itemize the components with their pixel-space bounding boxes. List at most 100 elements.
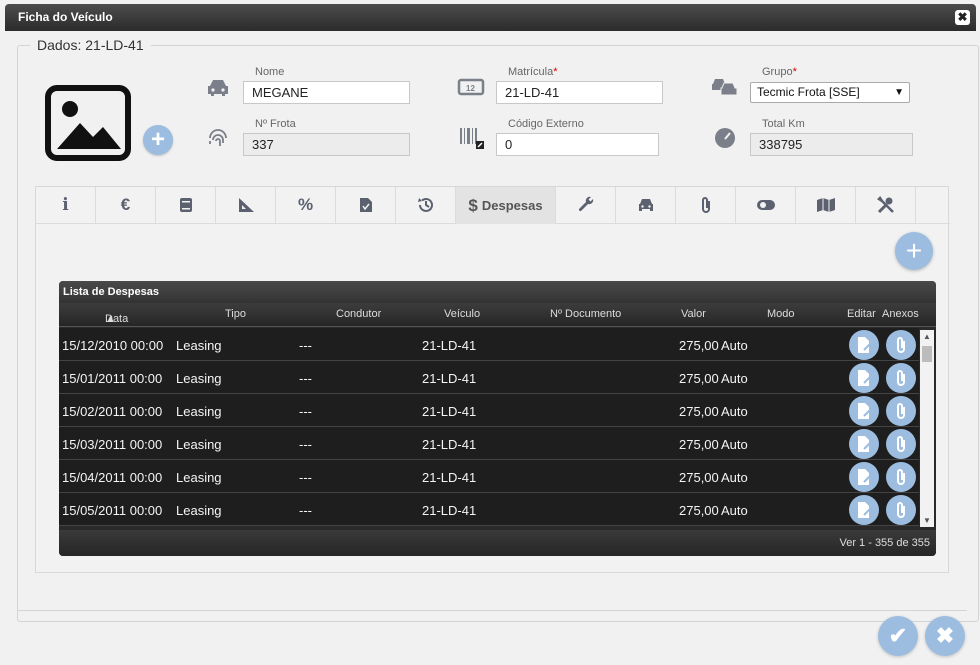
- edit-button[interactable]: [849, 396, 879, 426]
- edit-button[interactable]: [849, 363, 879, 393]
- tab-tools[interactable]: [856, 187, 916, 224]
- tab-vehicle[interactable]: [616, 187, 676, 224]
- col-valor[interactable]: Valor: [681, 308, 706, 320]
- cell-data: 15/01/2011 00:00: [62, 371, 163, 386]
- tabs-panel: i € % $ Despesas + Lista de Despesas Dat…: [35, 186, 950, 573]
- attachment-button[interactable]: [886, 495, 916, 525]
- expenses-grid: Lista de Despesas Data ▲ Tipo Condutor V…: [59, 281, 936, 556]
- wrench-icon: [578, 196, 593, 212]
- grid-header: Data ▲ Tipo Condutor Veículo Nº Document…: [59, 303, 936, 327]
- tab-costs[interactable]: €: [96, 187, 156, 224]
- col-tipo[interactable]: Tipo: [225, 308, 246, 320]
- col-anexos: Anexos: [882, 308, 919, 320]
- tab-map[interactable]: [796, 187, 856, 224]
- cell-valor: 275,00: [679, 371, 719, 386]
- edit-button[interactable]: [849, 429, 879, 459]
- confirm-button[interactable]: ✔: [878, 616, 918, 656]
- footer-divider: [17, 610, 967, 611]
- tools-icon: [876, 196, 894, 214]
- attachment-button[interactable]: [886, 429, 916, 459]
- grupo-label: Grupo*: [762, 66, 797, 78]
- cell-valor: 275,00: [679, 338, 719, 353]
- table-row[interactable]: 15/03/2011 00:00 Leasing --- 21-LD-41 27…: [59, 427, 919, 460]
- toggle-icon: [756, 200, 775, 210]
- col-condutor[interactable]: Condutor: [336, 308, 381, 320]
- col-veiculo[interactable]: Veículo: [444, 308, 480, 320]
- scroll-up-icon[interactable]: ▲: [923, 332, 931, 341]
- col-documento[interactable]: Nº Documento: [550, 308, 621, 320]
- sort-icon: ▲: [105, 313, 116, 325]
- edit-button[interactable]: [849, 495, 879, 525]
- table-row[interactable]: 15/01/2011 00:00 Leasing --- 21-LD-41 27…: [59, 361, 919, 394]
- edit-button[interactable]: [849, 330, 879, 360]
- tab-despesas[interactable]: $ Despesas: [456, 187, 556, 224]
- edit-button[interactable]: [849, 462, 879, 492]
- table-row[interactable]: 15/04/2011 00:00 Leasing --- 21-LD-41 27…: [59, 460, 919, 493]
- attachment-button[interactable]: [886, 396, 916, 426]
- tab-history[interactable]: [396, 187, 456, 224]
- ruler-icon: [238, 198, 254, 212]
- chevron-down-icon: ▼: [894, 87, 904, 98]
- cell-veiculo: 21-LD-41: [422, 437, 477, 452]
- frota-label: Nº Frota: [255, 118, 296, 130]
- cell-valor: 275,00: [679, 503, 719, 518]
- scroll-down-icon[interactable]: ▼: [923, 516, 931, 525]
- nome-input[interactable]: MEGANE: [243, 81, 410, 104]
- edit-document-icon: [858, 469, 872, 485]
- cell-veiculo: 21-LD-41: [422, 371, 477, 386]
- cell-veiculo: 21-LD-41: [422, 338, 477, 353]
- close-button[interactable]: ✖: [955, 10, 970, 25]
- cell-valor: 275,00: [679, 437, 719, 452]
- table-row[interactable]: 15/05/2011 00:00 Leasing --- 21-LD-41 27…: [59, 493, 919, 526]
- paperclip-icon: [701, 197, 710, 213]
- paperclip-icon: [897, 403, 905, 419]
- tab-measures[interactable]: [216, 187, 276, 224]
- attachment-button[interactable]: [886, 363, 916, 393]
- cancel-button[interactable]: ✖: [925, 616, 965, 656]
- frota-input[interactable]: 337: [243, 133, 410, 156]
- cell-veiculo: 21-LD-41: [422, 470, 477, 485]
- euro-icon: €: [120, 195, 131, 214]
- tab-despesas-label: Despesas: [481, 198, 543, 213]
- grid-scrollbar[interactable]: ▲ ▼: [920, 330, 934, 527]
- tab-percent[interactable]: %: [276, 187, 336, 224]
- car-icon: [208, 80, 228, 96]
- vehicle-photo-icon[interactable]: [45, 85, 131, 161]
- codigo-input[interactable]: 0: [496, 133, 659, 156]
- required-mark: *: [553, 66, 558, 78]
- car-front-icon: [638, 199, 653, 211]
- window-title: Ficha do Veículo: [18, 10, 113, 24]
- km-input[interactable]: 338795: [750, 133, 913, 156]
- tab-maintenance[interactable]: [556, 187, 616, 224]
- attachment-button[interactable]: [886, 330, 916, 360]
- cell-modo: Auto: [721, 437, 748, 452]
- col-modo[interactable]: Modo: [767, 308, 795, 320]
- cell-tipo: Leasing: [176, 503, 222, 518]
- cell-condutor: ---: [299, 470, 312, 485]
- check-icon: ✔: [888, 623, 908, 648]
- tab-info[interactable]: i: [36, 187, 96, 224]
- matricula-input[interactable]: 21-LD-41: [496, 81, 663, 104]
- edit-document-icon: [858, 502, 872, 518]
- cell-modo: Auto: [721, 470, 748, 485]
- codigo-label: Código Externo: [508, 118, 584, 130]
- tab-manual[interactable]: [156, 187, 216, 224]
- table-row[interactable]: 15/12/2010 00:00 Leasing --- 21-LD-41 27…: [59, 328, 919, 361]
- attachment-button[interactable]: [886, 462, 916, 492]
- grid-body: 15/12/2010 00:00 Leasing --- 21-LD-41 27…: [59, 328, 919, 528]
- close-icon: ✖: [935, 623, 955, 648]
- tab-bar: i € % $ Despesas: [36, 187, 950, 224]
- tab-documents[interactable]: [336, 187, 396, 224]
- grupo-select[interactable]: Tecmic Frota [SSE] ▼: [750, 82, 910, 103]
- tab-state[interactable]: [736, 187, 796, 224]
- add-photo-button[interactable]: +: [143, 125, 173, 155]
- close-icon: ✖: [957, 10, 968, 24]
- add-expense-button[interactable]: +: [895, 232, 933, 270]
- table-row[interactable]: 15/02/2011 00:00 Leasing --- 21-LD-41 27…: [59, 394, 919, 427]
- tab-attachments[interactable]: [676, 187, 736, 224]
- cell-data: 15/04/2011 00:00: [62, 470, 163, 485]
- cell-data: 15/02/2011 00:00: [62, 404, 163, 419]
- grupo-label-text: Grupo: [762, 66, 793, 78]
- scroll-thumb[interactable]: [922, 346, 932, 362]
- cell-data: 15/05/2011 00:00: [62, 503, 163, 518]
